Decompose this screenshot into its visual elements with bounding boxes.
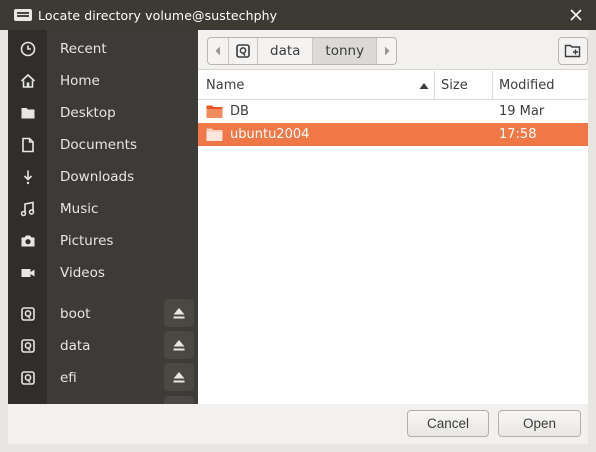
eject-button-data[interactable] [164,331,194,359]
drive-icon [236,44,250,58]
sidebar-item-label: efi [60,370,77,386]
sidebar-item-label: Desktop [60,105,116,121]
column-separator [434,71,435,100]
folder-icon [206,123,223,146]
sort-ascending-icon [419,82,429,89]
dialog-border-right [588,30,596,452]
path-segment-tonny[interactable]: tonny [312,38,377,64]
dialog-body: Recent Home Desktop Documents Downloads … [8,30,588,404]
dialog-border-left [0,30,8,452]
sidebar-item-documents[interactable]: Documents [8,129,198,161]
sidebar-item-videos[interactable]: Videos [8,257,198,289]
sidebar-item-downloads[interactable]: Downloads [8,161,198,193]
column-header: Name Size Modified [198,71,588,100]
drive-icon [20,307,35,321]
dialog-border-bottom [0,444,596,452]
close-icon [570,9,582,21]
sidebar-item-music[interactable]: Music [8,193,198,225]
sidebar-item-recent[interactable]: Recent [8,33,198,65]
cancel-button[interactable]: Cancel [407,410,489,437]
sidebar-item-label: Music [60,201,99,217]
column-modified-label: Modified [499,78,555,93]
chevron-right-icon [384,46,390,56]
sidebar-item-label: Downloads [60,169,135,185]
chevron-left-icon [215,46,220,56]
title-bar[interactable]: Locate directory volume@sustechphy [0,0,596,30]
file-chooser-dialog: Locate directory volume@sustechphy Recen… [0,0,596,452]
file-row-db[interactable]: DB 19 Mar [198,100,588,123]
sidebar-item-label: Videos [60,265,105,281]
sidebar-item-data[interactable]: data [8,330,198,362]
sidebar-item-efi[interactable]: efi [8,362,198,394]
file-row-ubuntu2004[interactable]: ubuntu2004 17:58 [198,123,588,146]
column-size-header[interactable]: Size [441,71,491,100]
sidebar-item-label: Documents [60,137,137,153]
eject-icon [173,372,185,383]
new-folder-icon [564,44,581,58]
path-bar: data tonny [207,37,398,65]
window-title: Locate directory volume@sustechphy [38,7,278,23]
sidebar-item-home[interactable]: Home [8,65,198,97]
path-bar-area: data tonny [198,30,588,70]
eject-button-boot[interactable] [164,299,194,327]
home-icon [20,73,35,88]
file-name: DB [230,104,249,119]
sidebar-item-label: boot [60,306,91,322]
folder-icon [206,100,223,123]
clock-icon [20,41,35,57]
eject-icon [173,340,185,351]
eject-button-efi[interactable] [164,363,194,391]
sidebar-item-boot[interactable]: boot [8,298,198,330]
file-modified: 19 Mar [499,104,545,119]
column-size-label: Size [441,78,468,93]
path-scroll-right-button[interactable] [376,38,396,64]
column-separator [492,71,493,100]
folder-icon [21,108,34,119]
sidebar-item-desktop[interactable]: Desktop [8,97,198,129]
sidebar-item-pictures[interactable]: Pictures [8,225,198,257]
sidebar-item-label: data [60,338,91,354]
drive-icon [20,371,35,385]
open-button[interactable]: Open [498,410,581,437]
document-icon [21,137,34,153]
path-segment-data[interactable]: data [257,38,312,64]
download-icon [23,170,32,185]
column-name-label: Name [206,78,245,93]
path-segment-root[interactable] [228,38,257,64]
file-name: ubuntu2004 [230,127,310,142]
new-folder-button[interactable] [558,37,588,65]
sidebar-item-label: Pictures [60,233,114,249]
camera-icon [21,235,34,247]
eject-button-partial[interactable] [164,396,194,404]
music-icon [20,201,34,217]
file-modified: 17:58 [499,127,537,142]
sidebar-item-label: Recent [60,41,107,57]
dialog-footer: Cancel Open [8,404,588,444]
app-icon [14,9,32,21]
column-name-header[interactable]: Name [206,71,432,100]
places-sidebar: Recent Home Desktop Documents Downloads … [8,30,198,404]
path-scroll-left-button[interactable] [208,38,228,64]
eject-icon [173,308,185,319]
column-modified-header[interactable]: Modified [499,71,587,100]
sidebar-item-label: Home [60,73,100,89]
video-icon [21,269,34,277]
close-button[interactable] [566,5,586,25]
drive-icon [20,339,35,353]
file-browser: data tonny Name Size Modified DB 19 Mar … [198,30,588,404]
